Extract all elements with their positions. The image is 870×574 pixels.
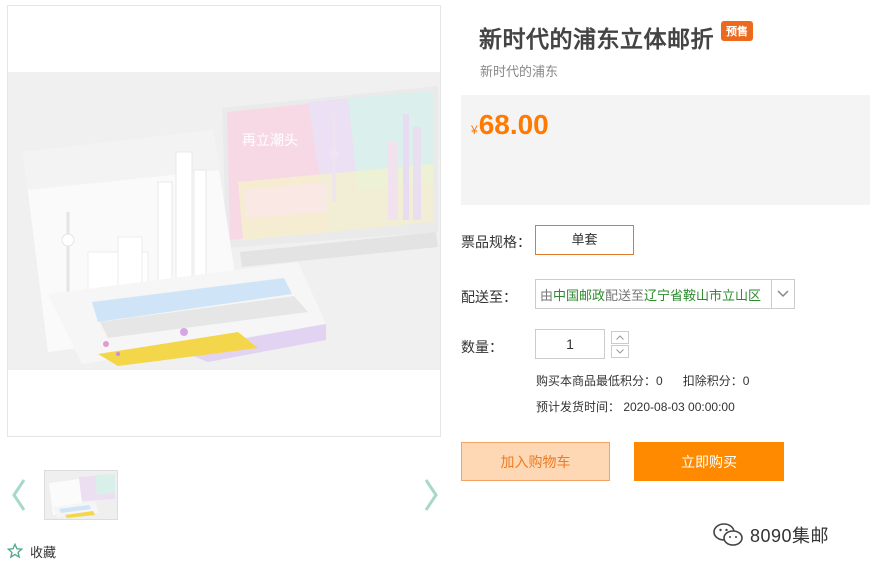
- thumbnail-next-button[interactable]: [421, 478, 441, 512]
- star-outline-icon: [7, 543, 23, 559]
- ship-date: 预计发货时间： 2020-08-03 00:00:00: [536, 400, 735, 414]
- favorite-button[interactable]: 收藏: [7, 541, 56, 561]
- price-value: 68.00: [478, 109, 549, 140]
- quantity-decrease-button[interactable]: [611, 345, 629, 358]
- shipping-select[interactable]: 由中国邮政配送至辽宁省鞍山市立山区: [535, 279, 795, 309]
- thumbnail-image[interactable]: [44, 470, 118, 520]
- price-panel: ¥ 68.00: [461, 95, 870, 205]
- dropdown-arrow[interactable]: [771, 280, 794, 308]
- quantity-input[interactable]: [535, 329, 605, 359]
- watermark-text: 8090集邮: [750, 526, 830, 546]
- shipping-destination: 辽宁省鞍山市立山区: [644, 287, 762, 303]
- main-product-image: 再立潮头: [7, 5, 441, 437]
- triangle-down-icon: [616, 349, 624, 354]
- chevron-left-icon: [12, 479, 26, 511]
- currency-symbol: ¥: [471, 123, 478, 137]
- add-to-cart-button[interactable]: 加入购物车: [461, 442, 610, 481]
- spec-option-single[interactable]: 单套: [535, 225, 634, 255]
- triangle-up-icon: [616, 335, 624, 340]
- title-row: 新时代的浦东立体邮折 预售: [479, 20, 753, 54]
- watermark: 8090集邮: [712, 521, 829, 549]
- quantity-increase-button[interactable]: [611, 331, 629, 344]
- wechat-icon: [713, 523, 743, 546]
- shipping-carrier: 中国邮政: [553, 287, 606, 303]
- shipping-middle: 配送至: [605, 287, 645, 303]
- chevron-right-icon: [424, 479, 438, 511]
- thumbnail-prev-button[interactable]: [9, 478, 29, 512]
- product-illustration: 再立潮头: [8, 72, 440, 370]
- shipping-label: 配送至：: [461, 289, 517, 305]
- artwork-text: 再立潮头: [242, 133, 298, 149]
- presale-badge: 预售: [721, 21, 753, 41]
- spec-label: 票品规格：: [461, 234, 531, 250]
- chevron-down-icon: [777, 290, 789, 298]
- favorite-label: 收藏: [30, 544, 57, 560]
- shipping-value: 由中国邮政配送至辽宁省鞍山市立山区: [536, 285, 771, 304]
- buy-now-button[interactable]: 立即购买: [634, 442, 784, 481]
- points-info: 购买本商品最低积分：0 扣除积分：0: [536, 372, 749, 389]
- price: ¥ 68.00: [471, 109, 549, 141]
- product-title: 新时代的浦东立体邮折: [479, 26, 714, 52]
- product-subtitle: 新时代的浦东: [480, 64, 559, 79]
- min-points: 购买本商品最低积分：0: [536, 374, 663, 388]
- deduct-points: 扣除积分：0: [682, 374, 750, 388]
- shipping-prefix: 由: [540, 287, 554, 303]
- quantity-label: 数量：: [461, 339, 503, 355]
